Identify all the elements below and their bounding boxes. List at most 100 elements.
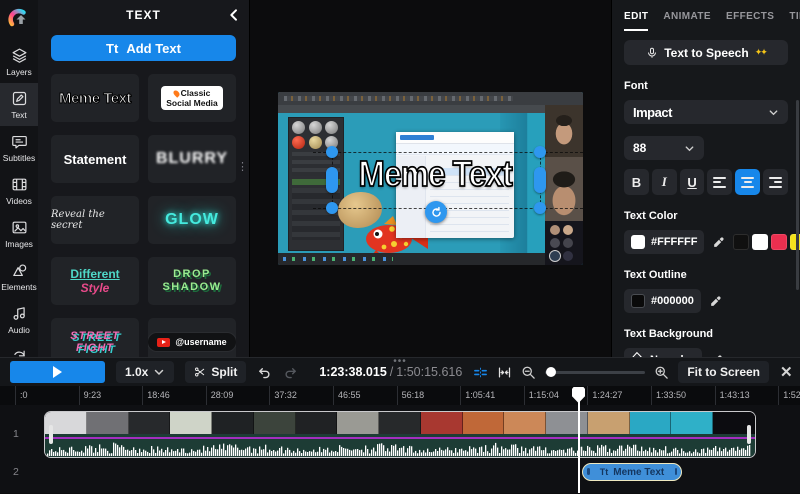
timeline: :09:2318:4628:0937:3246:5556:181:05:411:… xyxy=(0,386,800,493)
ruler-tick xyxy=(460,386,461,405)
clip-trim-handle-right[interactable] xyxy=(675,468,678,475)
clip-trim-handle-right[interactable] xyxy=(747,425,751,444)
sidebar-item-images[interactable]: Images xyxy=(0,212,38,255)
text-clip[interactable]: Tt Meme Text xyxy=(582,463,682,481)
collapse-panel-icon[interactable] xyxy=(226,7,242,23)
tab-timing[interactable]: TIMING xyxy=(789,11,800,31)
bold-button[interactable]: B xyxy=(624,169,649,195)
tab-effects[interactable]: EFFECTS xyxy=(726,11,774,31)
color-swatch[interactable] xyxy=(771,234,787,250)
timeline-ruler[interactable]: :09:2318:4628:0937:3246:5556:181:05:411:… xyxy=(0,386,800,405)
sidebar-item-audio[interactable]: Audio xyxy=(0,298,38,341)
playhead-line[interactable] xyxy=(578,399,580,493)
text-style-statement[interactable]: Statement xyxy=(51,135,139,183)
text-outline-value[interactable]: #000000 xyxy=(624,289,701,313)
playback-speed-button[interactable]: 1.0x xyxy=(116,361,174,383)
ruler-label: 9:23 xyxy=(84,390,102,400)
text-outline-label: Text Outline xyxy=(624,269,788,281)
color-palette xyxy=(733,234,800,250)
sidebar-item-layers[interactable]: Layers xyxy=(0,40,38,83)
italic-button[interactable]: I xyxy=(652,169,677,195)
underline-button[interactable]: U xyxy=(680,169,705,195)
text-style-glow[interactable]: GLOW xyxy=(148,196,236,244)
snapping-toggle-icon[interactable] xyxy=(473,365,488,380)
sidebar-item-text[interactable]: Text xyxy=(0,83,38,126)
close-icon[interactable]: ✕ xyxy=(780,363,793,381)
text-style-classic-social-media[interactable]: ClassicSocial Media xyxy=(148,74,236,122)
video-content xyxy=(278,92,583,105)
ruler-label: 1:43:13 xyxy=(720,390,750,400)
clip-thumbnail xyxy=(337,412,379,434)
text-style-different-style[interactable]: DifferentStyle xyxy=(51,257,139,305)
selection-handle-right[interactable] xyxy=(534,167,546,193)
panel-resize-handle[interactable]: ⋮ xyxy=(237,165,248,169)
play-button[interactable] xyxy=(10,361,105,383)
text-to-speech-button[interactable]: Text to Speech ✦✦ xyxy=(624,40,788,65)
align-left-button[interactable] xyxy=(707,169,732,195)
align-right-button[interactable] xyxy=(763,169,788,195)
subtitles-icon xyxy=(11,133,28,150)
add-text-button[interactable]: Tt Add Text xyxy=(51,35,236,61)
fit-clip-icon[interactable] xyxy=(497,365,512,380)
split-button[interactable]: Split xyxy=(185,361,246,383)
videos-icon xyxy=(11,176,28,193)
ruler-tick xyxy=(397,386,398,405)
eyedropper-icon[interactable] xyxy=(712,236,725,249)
inspector-tabs: EDITANIMATEEFFECTSTIMING xyxy=(624,0,788,31)
eyedropper-icon[interactable] xyxy=(709,295,722,308)
font-select[interactable]: Impact xyxy=(624,100,788,124)
video-clip[interactable] xyxy=(45,412,755,457)
scrollbar[interactable] xyxy=(796,100,799,290)
timeline-zoom-slider[interactable] xyxy=(545,371,645,374)
color-swatch[interactable] xyxy=(752,234,768,250)
fit-to-screen-button[interactable]: Fit to Screen xyxy=(678,361,769,383)
ruler-tick xyxy=(715,386,716,405)
sidebar-item-elements[interactable]: Elements xyxy=(0,255,38,298)
zoom-out-icon[interactable] xyxy=(521,365,536,380)
ruler-tick xyxy=(333,386,334,405)
ruler-label: 1:33:50 xyxy=(656,390,686,400)
timecode: 1:23:38.015/1:50:15.616 xyxy=(319,365,462,379)
track-1-label: 1 xyxy=(13,428,19,440)
redo-button[interactable] xyxy=(283,365,298,380)
text-style-reveal-secret[interactable]: Reveal the secret xyxy=(51,196,139,244)
text-style-meme-text[interactable]: Meme Text xyxy=(51,74,139,122)
sidebar-item-transitions[interactable] xyxy=(0,341,38,357)
selection-handle-bottom-left[interactable] xyxy=(326,202,338,214)
video-content xyxy=(278,105,545,113)
undo-button[interactable] xyxy=(257,365,272,380)
tab-animate[interactable]: ANIMATE xyxy=(663,11,711,31)
selection-handle-bottom-right[interactable] xyxy=(534,202,546,214)
clip-trim-handle-left[interactable] xyxy=(587,468,590,475)
text-style-drop-shadow[interactable]: DROPSHADOW xyxy=(148,257,236,305)
font-size-select[interactable]: 88 xyxy=(624,136,704,160)
clip-thumbnail xyxy=(463,412,505,434)
align-right-icon xyxy=(769,177,782,188)
flame-icon xyxy=(172,89,180,97)
selection-handle-top-right[interactable] xyxy=(534,146,546,158)
clip-thumbnail xyxy=(588,412,630,434)
sidebar-item-subtitles[interactable]: Subtitles xyxy=(0,126,38,169)
zoom-in-icon[interactable] xyxy=(654,365,669,380)
sidebar-item-label: Layers xyxy=(6,67,32,77)
clip-trim-handle-left[interactable] xyxy=(49,425,53,444)
video-frame[interactable]: Meme Text xyxy=(278,92,583,265)
ruler-tick xyxy=(587,386,588,405)
color-swatch[interactable] xyxy=(733,234,749,250)
text-style-blurry[interactable]: BLURRY xyxy=(148,135,236,183)
panel-drag-handle[interactable]: ••• xyxy=(393,356,407,367)
selection-handle-left[interactable] xyxy=(326,167,338,193)
selection-handle-top-left[interactable] xyxy=(326,146,338,158)
align-center-button[interactable] xyxy=(735,169,760,195)
zoom-slider-knob[interactable] xyxy=(546,367,556,377)
text-style-label: Classic xyxy=(181,88,211,98)
chevron-down-icon xyxy=(768,107,779,118)
font-label: Font xyxy=(624,80,788,92)
chevron-down-icon xyxy=(153,366,165,378)
app-logo[interactable] xyxy=(7,7,31,31)
text-color-value[interactable]: #FFFFFF xyxy=(624,230,704,254)
tab-edit[interactable]: EDIT xyxy=(624,11,648,31)
rotate-handle[interactable] xyxy=(425,201,447,223)
text-styles-panel: TEXT Tt Add Text Meme TextClassicSocial … xyxy=(38,0,250,357)
sidebar-item-videos[interactable]: Videos xyxy=(0,169,38,212)
